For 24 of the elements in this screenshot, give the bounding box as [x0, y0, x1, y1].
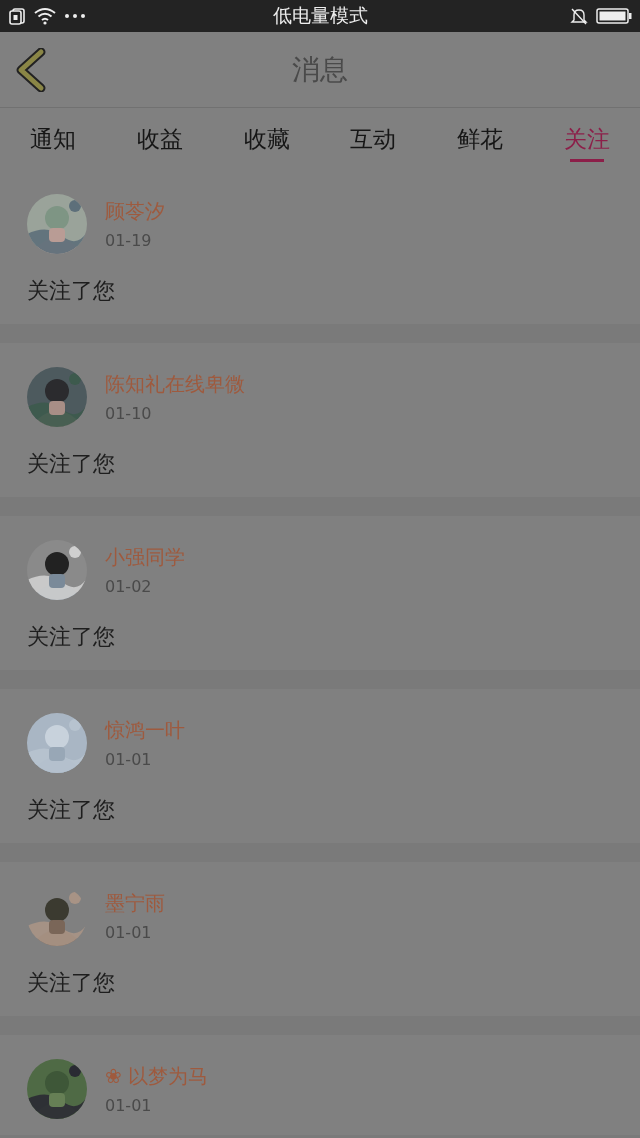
battery-icon: [596, 8, 632, 24]
message-text: 关注了您: [27, 969, 115, 997]
user-name[interactable]: 陈知礼在线卑微: [105, 371, 245, 398]
message-text: 关注了您: [27, 623, 115, 651]
tab[interactable]: 通知: [0, 108, 107, 170]
tab[interactable]: 收藏: [213, 108, 320, 170]
sim-card-icon: [8, 7, 26, 25]
status-bar-title: 低电量模式: [272, 3, 368, 28]
user-name[interactable]: 顾苓汐: [105, 198, 165, 225]
tab[interactable]: 鲜花: [426, 108, 534, 170]
user-name[interactable]: ❀ 以梦为马: [105, 1063, 209, 1090]
user-name[interactable]: 小强同学: [105, 544, 185, 571]
more-dots-icon: [64, 13, 86, 19]
message-text: 关注了您: [27, 277, 115, 305]
user-name[interactable]: 惊鸿一叶: [105, 717, 185, 744]
tab[interactable]: 互动: [320, 108, 427, 170]
wifi-icon: [34, 7, 56, 25]
muted-bell-icon: [570, 7, 588, 25]
tab[interactable]: 收益: [106, 108, 214, 170]
message-text: 关注了您: [27, 450, 115, 478]
message-text: 关注了您: [27, 796, 115, 824]
user-name[interactable]: 墨宁雨: [105, 890, 165, 917]
back-button[interactable]: [14, 48, 48, 92]
tab[interactable]: 关注: [533, 108, 640, 170]
